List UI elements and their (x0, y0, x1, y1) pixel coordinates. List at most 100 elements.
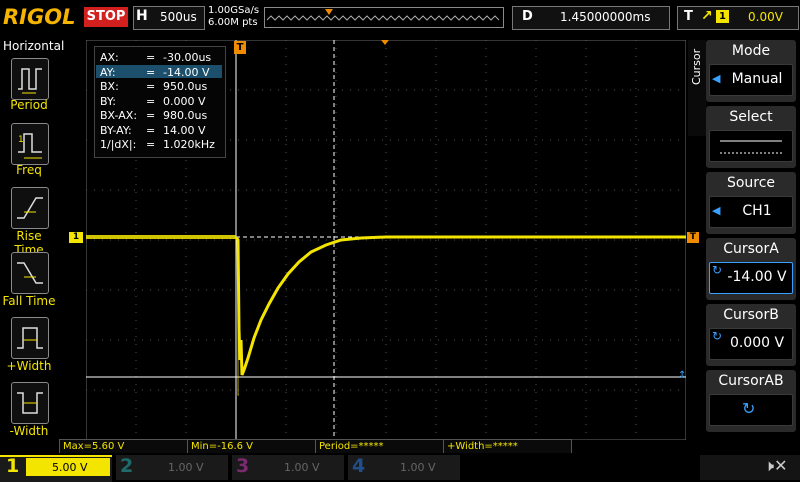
grid-dot (86, 89, 87, 91)
grid-dot (494, 239, 495, 241)
grid-dot (635, 328, 637, 329)
grid-dot (342, 289, 343, 291)
grid-dot (606, 239, 607, 241)
run-stop-badge[interactable]: STOP (84, 7, 128, 27)
trigger-position-marker[interactable]: T (234, 41, 246, 54)
mode-menu-item[interactable]: Mode ◀ Manual (706, 40, 796, 102)
grid-dot (534, 389, 535, 391)
freq-button[interactable]: 1 (11, 123, 49, 165)
grid-dot (118, 289, 119, 291)
grid-dot (435, 312, 437, 313)
grid-dot (485, 144, 487, 145)
grid-dot (566, 89, 567, 91)
grid-dot (585, 424, 587, 425)
negative-width-button[interactable] (11, 382, 49, 424)
grid-dot (535, 232, 537, 233)
cursor-b-menu-item[interactable]: CursorB ↻ 0.000 V (706, 304, 796, 366)
grid-dot (398, 389, 399, 391)
grid-dot (435, 392, 437, 393)
grid-dot (335, 344, 337, 345)
grid-dot (142, 189, 143, 191)
positive-width-button[interactable] (11, 317, 49, 359)
grid-dot (430, 189, 431, 191)
grid-dot (494, 139, 495, 141)
select-menu-item[interactable]: Select (706, 106, 796, 168)
readout-value: 950.0us (163, 80, 208, 93)
grid-dot (485, 248, 487, 249)
grid-dot (185, 256, 187, 257)
grid-dot (185, 264, 187, 265)
grid-dot (435, 408, 437, 409)
grid-dot (246, 339, 247, 341)
grid-dot (135, 336, 137, 337)
grid-dot (622, 339, 623, 341)
source-menu-item[interactable]: Source ◀ CH1 (706, 172, 796, 234)
grid-dot (335, 144, 337, 145)
grid-dot (478, 339, 479, 341)
grid-dot (485, 232, 487, 233)
grid-dot (535, 192, 537, 193)
grid-dot (606, 139, 607, 141)
cursor-a-menu-item[interactable]: CursorA ↻ -14.00 V (706, 238, 796, 300)
grid-dot (86, 239, 87, 241)
grid-dot (366, 289, 367, 291)
grid-dot (185, 296, 187, 297)
grid-dot (678, 89, 679, 91)
grid-dot (390, 89, 391, 91)
grid-dot (142, 239, 143, 241)
grid-dot (135, 392, 137, 393)
grid-dot (435, 176, 437, 177)
grid-dot (566, 289, 567, 291)
grid-dot (198, 289, 199, 291)
grid-dot (635, 64, 637, 65)
ch1-offset-marker[interactable]: 1 (69, 232, 83, 243)
grid-dot (614, 289, 615, 291)
source-value-box: ◀ CH1 (709, 196, 793, 228)
grid-dot (110, 289, 111, 291)
trigger-level-marker[interactable]: T (687, 232, 699, 243)
grid-dot (438, 389, 439, 391)
grid-dot (535, 264, 537, 265)
grid-dot (326, 89, 327, 91)
grid-dot (635, 112, 637, 113)
grid-dot (585, 320, 587, 321)
rise-time-button[interactable] (11, 187, 49, 229)
period-button[interactable] (11, 58, 49, 100)
grid-dot (518, 189, 519, 191)
grid-dot (582, 389, 583, 391)
grid-dot (385, 304, 387, 305)
grid-dot (435, 120, 437, 121)
grid-dot (278, 139, 279, 141)
grid-dot (435, 224, 437, 225)
fall-time-button[interactable] (11, 252, 49, 294)
grid-dot (614, 89, 615, 91)
grid-dot (635, 392, 637, 393)
grid-dot (646, 189, 647, 191)
grid-dot (535, 176, 537, 177)
grid-dot (285, 136, 287, 137)
grid-dot (635, 96, 637, 97)
grid-dot (485, 272, 487, 273)
grid-dot (535, 256, 537, 257)
grid-dot (302, 189, 303, 191)
grid-dot (470, 89, 471, 91)
grid-dot (285, 144, 287, 145)
grid-dot (485, 72, 487, 73)
speaker-mute-icon[interactable]: 🕨✕ (764, 456, 788, 476)
grid-dot (670, 339, 671, 341)
cursor-ab-menu-item[interactable]: CursorAB ↻ (706, 370, 796, 432)
grid-dot (118, 339, 119, 341)
grid-dot (518, 289, 519, 291)
grid-dot (558, 139, 559, 141)
grid-dot (635, 48, 637, 49)
grid-dot (185, 288, 187, 289)
grid-dot (485, 80, 487, 81)
grid-dot (198, 239, 199, 241)
grid-dot (398, 189, 399, 191)
grid-dot (135, 320, 137, 321)
grid-dot (435, 96, 437, 97)
grid-dot (185, 240, 187, 241)
grid-dot (335, 184, 337, 185)
grid-dot (535, 72, 537, 73)
grid-dot (198, 189, 199, 191)
